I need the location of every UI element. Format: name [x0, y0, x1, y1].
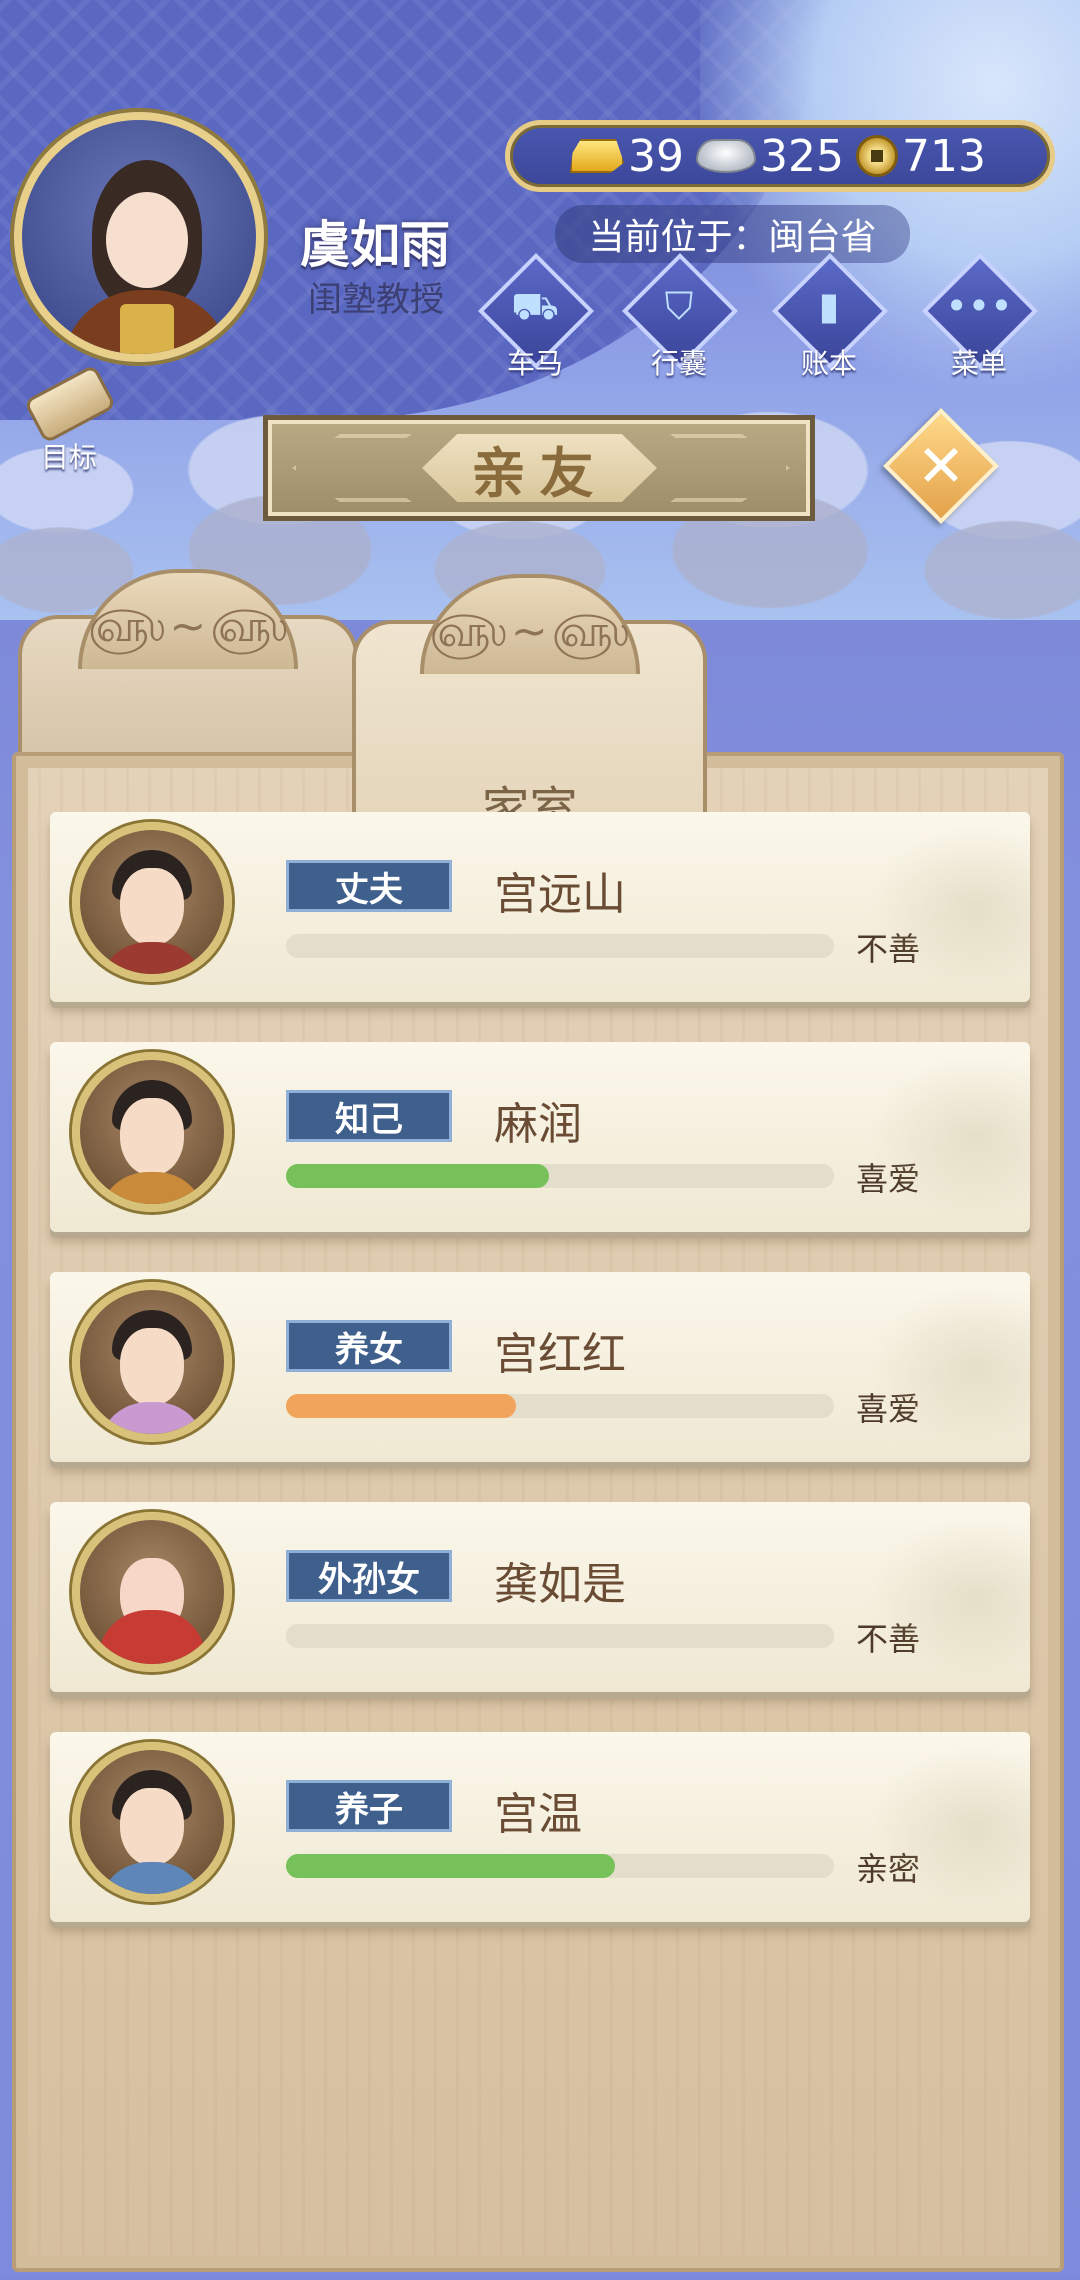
relative-portrait: [72, 1282, 232, 1442]
relation-tag: 知己: [286, 1090, 452, 1142]
location-label: 当前位于：闽台省: [555, 205, 910, 263]
bag-button[interactable]: ⛉ 行囊: [614, 253, 744, 390]
silver-counter: 325: [696, 131, 844, 182]
goal-button[interactable]: 目标: [14, 364, 124, 474]
relative-portrait: [72, 1742, 232, 1902]
player-title: 闺塾教授: [308, 280, 444, 320]
affection-status: 喜爱: [856, 1390, 921, 1428]
relation-tag: 养女: [286, 1320, 452, 1372]
affection-status: 不善: [856, 1620, 921, 1658]
gold-amount: 39: [628, 130, 684, 182]
more-dots-icon: •••: [945, 284, 1013, 328]
ledger-icon: ▮: [818, 284, 840, 328]
copper-coin-icon: [855, 135, 898, 177]
relative-row[interactable]: 养子 宫温 亲密: [50, 1732, 1030, 1922]
relative-name: 宫红红: [494, 1329, 626, 1380]
affection-status: 亲密: [856, 1850, 921, 1888]
relative-row[interactable]: 丈夫 宫远山 不善: [50, 812, 1030, 1002]
bag-icon: ⛉: [664, 284, 694, 328]
affection-bar: [286, 1854, 834, 1878]
carriage-label: 车马: [506, 347, 563, 380]
portrait-face: [120, 1328, 184, 1406]
menu-label: 菜单: [950, 347, 1007, 380]
affection-bar: [286, 1164, 834, 1188]
affection-status: 喜爱: [856, 1160, 921, 1198]
relative-name: 麻润: [494, 1099, 582, 1150]
silver-amount: 325: [760, 130, 844, 182]
relative-portrait: [72, 822, 232, 982]
relation-tag: 外孙女: [286, 1550, 452, 1602]
portrait-robe: [98, 1610, 206, 1664]
relative-row[interactable]: 外孙女 龚如是 不善: [50, 1502, 1030, 1692]
menu-button[interactable]: ••• 菜单: [914, 253, 1044, 390]
carriage-icon: ⛟: [511, 284, 559, 328]
silver-ingot-icon: [696, 139, 756, 173]
relative-row[interactable]: 养女 宫红红 喜爱: [50, 1272, 1030, 1462]
copper-counter: 713: [855, 130, 986, 182]
affection-bar: [286, 1394, 834, 1418]
player-name: 虞如雨: [300, 216, 450, 274]
ledger-button[interactable]: ▮ 账本: [764, 253, 894, 390]
panel-title: 亲友: [471, 440, 608, 505]
portrait-robe: [98, 1862, 206, 1894]
bag-label: 行囊: [650, 347, 707, 380]
goal-label: 目标: [40, 441, 97, 474]
affection-fill: [286, 1854, 615, 1878]
swirl-ornament-icon: ௵~௵: [88, 601, 292, 652]
chevron-decoration: [670, 434, 790, 502]
affection-fill: [286, 1164, 550, 1188]
currency-bar: 39 325 713: [505, 120, 1055, 192]
panel-title-banner: 亲友: [263, 415, 815, 521]
relative-row[interactable]: 知己 麻润 喜爱: [50, 1042, 1030, 1232]
gold-counter: 39: [570, 131, 684, 182]
portrait-face: [120, 1788, 184, 1866]
copper-amount: 713: [901, 130, 986, 182]
portrait-face: [120, 868, 184, 946]
relation-tag: 养子: [286, 1780, 452, 1832]
carriage-button[interactable]: ⛟ 车马: [470, 253, 600, 390]
chevron-decoration: [292, 434, 412, 502]
relation-tag: 丈夫: [286, 860, 452, 912]
relative-portrait: [72, 1052, 232, 1212]
portrait-face: [120, 1098, 184, 1176]
portrait-robe: [98, 1402, 206, 1434]
gold-ingot-icon: [570, 139, 624, 173]
relative-name: 宫远山: [494, 869, 626, 920]
title-plate: 亲友: [422, 434, 657, 502]
affection-bar: [286, 934, 834, 958]
relative-name: 宫温: [494, 1789, 582, 1840]
ledger-label: 账本: [800, 347, 857, 380]
portrait-robe: [98, 1172, 206, 1204]
portrait-robe: [98, 942, 206, 974]
swirl-ornament-icon: ௵~௵: [429, 606, 634, 657]
affection-status: 不善: [856, 930, 921, 968]
relative-portrait: [72, 1512, 232, 1672]
player-avatar[interactable]: [14, 112, 264, 362]
affection-bar: [286, 1624, 834, 1648]
affection-fill: [286, 1394, 517, 1418]
relative-name: 龚如是: [494, 1559, 626, 1610]
close-icon[interactable]: ✕: [900, 425, 982, 507]
